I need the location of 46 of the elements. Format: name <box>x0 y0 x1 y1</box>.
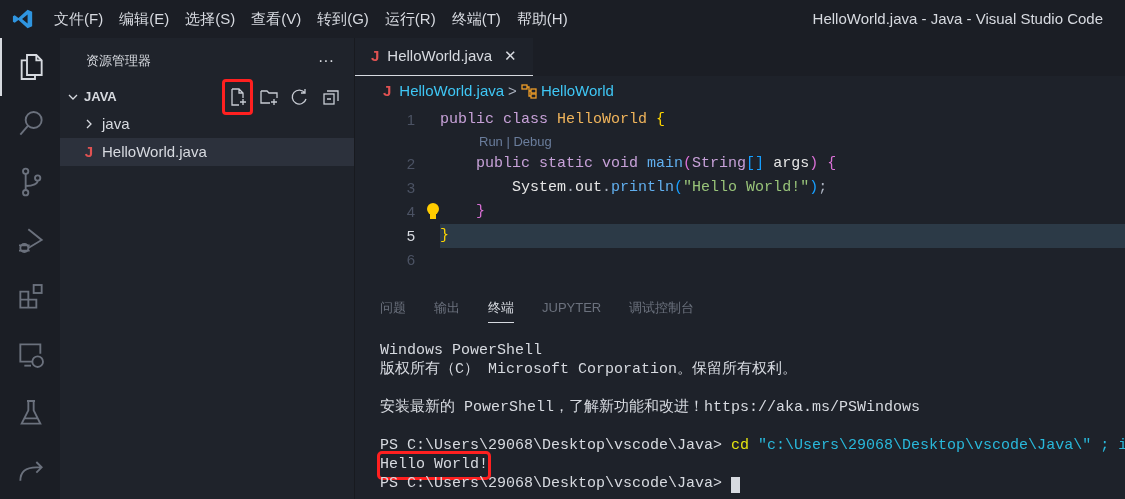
menu-item[interactable]: 转到(G) <box>309 7 377 31</box>
breadcrumb-item[interactable]: HelloWorld <box>540 79 614 103</box>
file-tree-item[interactable]: java <box>60 110 354 138</box>
file-tree-item[interactable]: J HelloWorld.java <box>60 138 354 166</box>
app-logo-icon <box>12 8 34 30</box>
terminal-prompt: PS C:\Users\29068\Desktop\vscode\Java> <box>380 474 723 495</box>
code-text: } <box>440 225 449 246</box>
close-button[interactable]: ✕ <box>504 45 518 68</box>
panel-tab[interactable]: 终端 <box>488 298 514 323</box>
line-number: 1 <box>405 109 415 130</box>
line-number: 5 <box>405 225 415 246</box>
line-number: 3 <box>405 177 415 198</box>
menu-item[interactable]: 终端(T) <box>443 7 509 31</box>
code-text: System.out.println("Hello World!"); <box>511 177 828 198</box>
code-text: public static void main(String[] args) { <box>475 153 837 174</box>
more-actions-button[interactable]: ··· <box>318 49 334 73</box>
breadcrumb-item[interactable]: HelloWorld.java <box>399 79 505 103</box>
code-lens[interactable]: Run | Debug <box>479 132 552 152</box>
explorer-action-button[interactable] <box>222 79 253 115</box>
code-text: } <box>475 201 485 222</box>
terminal-command: cd <box>731 436 750 457</box>
class-symbol-icon <box>520 83 537 99</box>
collapse-all-icon <box>320 87 341 107</box>
breadcrumb-file-icon: J <box>383 79 392 103</box>
menu-item[interactable]: 编辑(E) <box>111 7 178 31</box>
editor-tab[interactable]: J HelloWorld.java ✕ <box>355 38 534 76</box>
sidebar-title: 资源管理器 <box>86 52 151 71</box>
terminal-output-line: 版权所有（C） Microsoft Corporation。保留所有权利。 <box>380 359 798 381</box>
chevron-icon <box>68 92 78 102</box>
breadcrumb-separator: > <box>508 80 517 101</box>
menu-item[interactable]: 查看(V) <box>243 7 310 31</box>
code-text: public class HelloWorld { <box>440 109 666 130</box>
terminal-prompt: PS C:\Users\29068\Desktop\vscode\Java> <box>380 436 723 457</box>
new-folder-icon <box>258 87 279 107</box>
line-number: 4 <box>405 201 415 222</box>
menu-item[interactable]: 选择(S) <box>177 7 244 31</box>
window-title: HelloWorld.java - Java - Visual Studio Code <box>812 8 1103 29</box>
menu-item[interactable]: 文件(F) <box>46 7 112 31</box>
menu-item[interactable]: 运行(R) <box>376 7 444 31</box>
menu-item[interactable]: 帮助(H) <box>508 7 576 31</box>
line-number: 6 <box>405 249 415 270</box>
terminal-output-line: Windows PowerShell <box>380 341 543 361</box>
folder-header[interactable]: JAVA <box>68 87 117 107</box>
terminal-output-line: Hello World! <box>380 454 489 477</box>
terminal-output-line: 安装最新的 PowerShell，了解新功能和改进！https://aka.ms/PSWindows <box>380 397 921 419</box>
line-number: 2 <box>405 153 415 174</box>
